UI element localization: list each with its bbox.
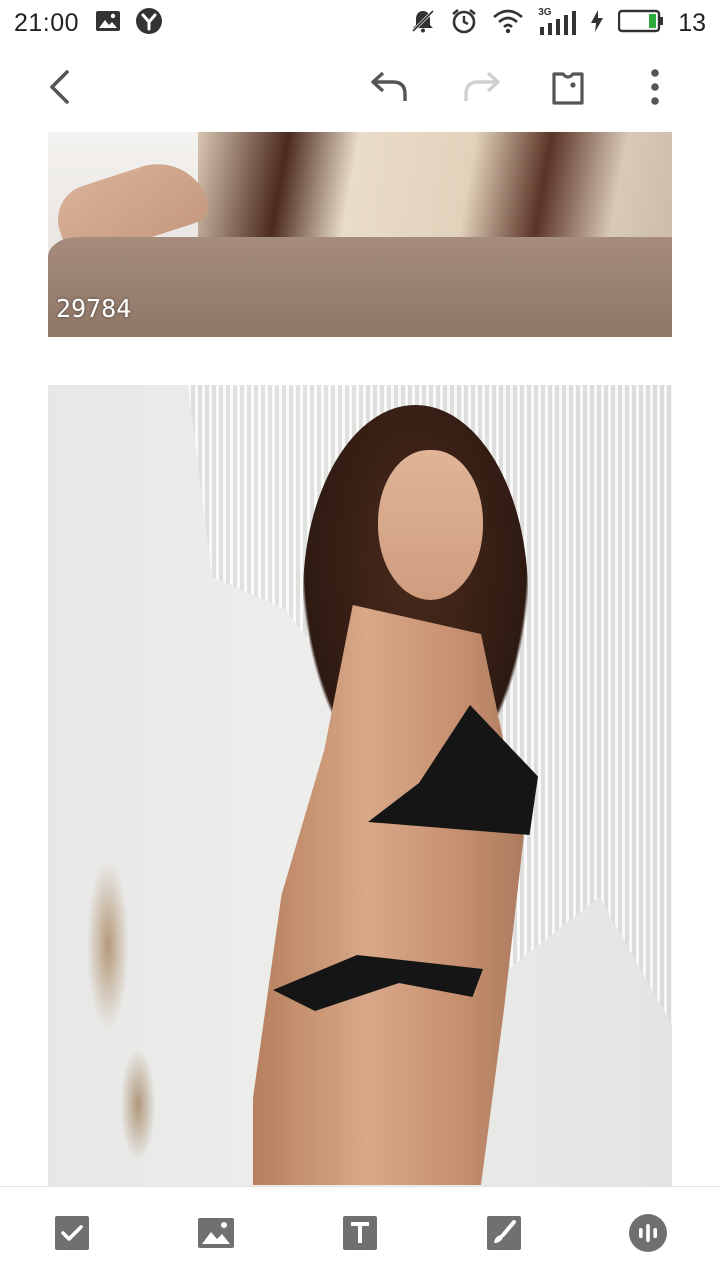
checkbox-icon: [54, 1215, 90, 1256]
redo-button[interactable]: [454, 61, 510, 117]
back-icon: [47, 69, 71, 110]
undo-icon: [369, 69, 409, 110]
label-icon: [551, 68, 585, 111]
mute-icon: [410, 8, 436, 39]
bottom-edit-bar: [0, 1186, 720, 1280]
label-button[interactable]: [540, 61, 596, 117]
note-image[interactable]: [48, 385, 672, 1186]
charging-icon: [590, 9, 604, 38]
image-notification-icon: [95, 10, 121, 37]
back-button[interactable]: [31, 61, 87, 117]
redo-icon: [462, 69, 502, 110]
wifi-icon: [492, 8, 524, 39]
battery-level: 13: [678, 8, 706, 37]
brush-button[interactable]: [484, 1215, 524, 1255]
alarm-icon: [450, 7, 478, 40]
yandex-browser-icon: [135, 7, 163, 40]
status-system-icons: 3G 13: [410, 7, 706, 40]
more-vert-icon: [650, 68, 660, 111]
insert-image-button[interactable]: [196, 1215, 236, 1255]
status-time: 21:00: [14, 8, 80, 37]
note-image[interactable]: 29784: [48, 132, 672, 337]
checklist-button[interactable]: [52, 1215, 92, 1255]
battery-icon: [617, 9, 664, 38]
voice-record-icon: [628, 1213, 668, 1258]
text-format-button[interactable]: [340, 1215, 380, 1255]
note-content[interactable]: 29784: [0, 132, 720, 1186]
more-options-button[interactable]: [627, 61, 683, 117]
brush-icon: [486, 1215, 522, 1256]
signal-icon: 3G: [538, 7, 577, 37]
insert-image-icon: [197, 1217, 235, 1254]
undo-button[interactable]: [361, 61, 417, 117]
status-notifications: [95, 7, 163, 40]
voice-record-button[interactable]: [628, 1213, 668, 1258]
text-format-icon: [342, 1215, 378, 1256]
image-id-label: 29784: [56, 294, 132, 323]
note-toolbar: [0, 50, 720, 128]
status-bar: 21:00 3G 13: [0, 0, 720, 46]
